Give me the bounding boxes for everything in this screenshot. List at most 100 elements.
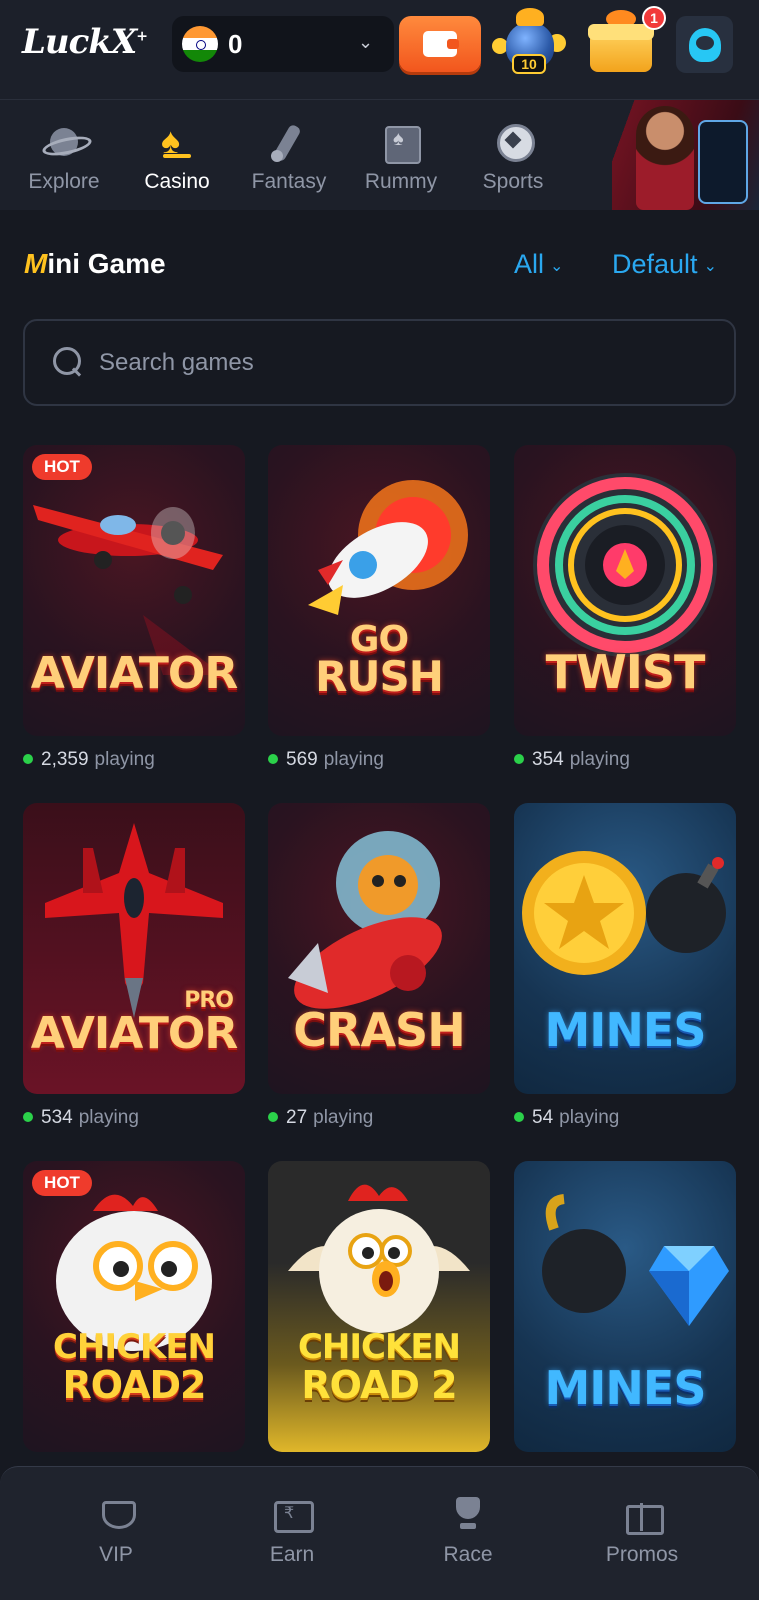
players-number: 2,359 bbox=[41, 749, 89, 770]
game-card-chicken-road-2[interactable]: CHICKEN ROAD 2 bbox=[268, 1161, 490, 1452]
tab-label: Explore bbox=[28, 170, 100, 193]
players-label: playing bbox=[569, 749, 630, 770]
players-number: 534 bbox=[41, 1107, 73, 1128]
game-card-mines[interactable]: MINES bbox=[514, 803, 736, 1094]
nav-label: VIP bbox=[99, 1543, 133, 1566]
players-count: 354 playing bbox=[514, 748, 630, 772]
nav-earn[interactable]: Earn bbox=[232, 1497, 352, 1567]
title-text: ini Game bbox=[47, 248, 166, 279]
players-label: playing bbox=[323, 749, 384, 770]
search-icon bbox=[53, 347, 83, 377]
tab-fantasy[interactable]: Fantasy bbox=[234, 122, 344, 202]
players-count: 27 playing bbox=[268, 1106, 373, 1130]
title-accent: M bbox=[24, 248, 48, 279]
balance-amount: 0 bbox=[228, 29, 243, 59]
game-title-line-2: ROAD 2 bbox=[301, 1363, 457, 1407]
hot-badge: HOT bbox=[32, 1170, 92, 1196]
pot-lid-icon bbox=[516, 8, 544, 26]
coin-bomb-image bbox=[522, 851, 726, 975]
tab-rummy[interactable]: Rummy bbox=[346, 122, 456, 202]
tab-explore[interactable]: Explore bbox=[9, 122, 119, 202]
players-label: playing bbox=[94, 749, 155, 770]
players-number: 569 bbox=[286, 749, 318, 770]
online-dot-icon bbox=[514, 1112, 524, 1122]
online-dot-icon bbox=[268, 1112, 278, 1122]
support-button[interactable] bbox=[676, 16, 733, 73]
wheel-image bbox=[533, 473, 717, 657]
game-title: MINES bbox=[544, 1003, 707, 1057]
search-box[interactable] bbox=[23, 319, 736, 406]
cards-icon bbox=[379, 122, 423, 164]
section-title: Mini Game bbox=[24, 248, 166, 280]
players-count: 569 playing bbox=[268, 748, 384, 772]
filter-type-dropdown[interactable]: All ⌄ bbox=[514, 249, 563, 280]
promo-person-image bbox=[636, 106, 694, 210]
online-dot-icon bbox=[23, 1112, 33, 1122]
bomb-diamond-image bbox=[542, 1194, 729, 1326]
tab-casino[interactable]: Casino bbox=[122, 120, 232, 202]
notification-badge: 1 bbox=[642, 6, 666, 30]
planet-icon bbox=[42, 122, 86, 162]
logo-text: LuckX bbox=[22, 22, 137, 62]
sort-label: Default bbox=[612, 249, 698, 279]
logo-mark: + bbox=[136, 28, 148, 45]
game-title: CRASH bbox=[293, 1003, 465, 1057]
tab-sports[interactable]: Sports bbox=[458, 122, 568, 202]
game-title-line-2: RUSH bbox=[315, 652, 444, 701]
players-number: 27 bbox=[286, 1107, 308, 1128]
online-dot-icon bbox=[23, 754, 33, 764]
game-card-mines-2[interactable]: MINES bbox=[514, 1161, 736, 1452]
promo-phone-image bbox=[698, 120, 748, 204]
game-card-aviator-pro[interactable]: PRO AVIATOR bbox=[23, 803, 245, 1094]
online-dot-icon bbox=[268, 754, 278, 764]
balance-selector[interactable]: 0 ⌄ bbox=[172, 16, 394, 72]
chevron-down-icon: ⌄ bbox=[550, 257, 564, 275]
game-card-go-rush[interactable]: GO RUSH bbox=[268, 445, 490, 736]
top-bar: LuckX+ 0 ⌄ 10 1 bbox=[0, 0, 759, 100]
chevron-down-icon: ⌄ bbox=[358, 32, 374, 52]
tab-label: Rummy bbox=[364, 170, 438, 193]
nav-label: Promos bbox=[605, 1543, 679, 1566]
jackpot-pot-button[interactable]: 10 bbox=[492, 4, 570, 74]
game-card-crash[interactable]: CRASH bbox=[268, 803, 490, 1094]
chest-lid-icon bbox=[588, 24, 654, 40]
wallet-button[interactable] bbox=[399, 16, 481, 72]
players-count: 534 playing bbox=[23, 1106, 139, 1130]
nav-race[interactable]: Race bbox=[408, 1497, 528, 1567]
players-label: playing bbox=[313, 1107, 374, 1128]
search-input[interactable] bbox=[99, 341, 699, 385]
game-card-chicken-road2[interactable]: HOT CHICKEN ROAD2 bbox=[23, 1161, 245, 1452]
nav-vip[interactable]: VIP bbox=[56, 1497, 176, 1567]
nav-label: Race bbox=[443, 1543, 493, 1566]
players-count: 2,359 playing bbox=[23, 748, 155, 772]
nav-promos[interactable]: Promos bbox=[582, 1497, 702, 1567]
luckx-logo[interactable]: LuckX+ bbox=[22, 22, 148, 62]
game-title: AVIATOR bbox=[30, 648, 238, 699]
vip-diamond-icon bbox=[96, 1497, 136, 1531]
game-title-line-1: CHICKEN bbox=[52, 1327, 216, 1367]
football-icon bbox=[491, 122, 535, 162]
chevron-down-icon: ⌄ bbox=[703, 257, 717, 275]
players-number: 54 bbox=[532, 1107, 554, 1128]
game-title: MINES bbox=[544, 1361, 707, 1415]
race-trophy-icon bbox=[448, 1497, 488, 1531]
game-title: TWIST bbox=[545, 645, 706, 699]
tab-label: Casino bbox=[144, 170, 210, 193]
game-card-twist[interactable]: TWIST bbox=[514, 445, 736, 736]
promos-gift-icon bbox=[622, 1497, 664, 1535]
sort-dropdown[interactable]: Default ⌄ bbox=[612, 249, 717, 280]
game-card-aviator[interactable]: AVIATOR HOT bbox=[23, 445, 245, 736]
nav-label: Earn bbox=[269, 1543, 315, 1566]
india-flag-icon bbox=[182, 26, 218, 62]
headset-icon bbox=[688, 27, 721, 62]
players-label: playing bbox=[559, 1107, 620, 1128]
promo-banner[interactable] bbox=[612, 100, 759, 210]
online-dot-icon bbox=[514, 754, 524, 764]
hot-badge: HOT bbox=[32, 454, 92, 480]
players-count: 54 playing bbox=[514, 1106, 619, 1130]
wallet-icon bbox=[423, 31, 459, 57]
bottom-nav: VIP Earn Race Promos bbox=[0, 1466, 759, 1600]
cricket-bat-icon bbox=[267, 122, 311, 162]
earn-wallet-icon bbox=[272, 1497, 314, 1533]
rocket-astronaut-image bbox=[288, 831, 442, 1009]
